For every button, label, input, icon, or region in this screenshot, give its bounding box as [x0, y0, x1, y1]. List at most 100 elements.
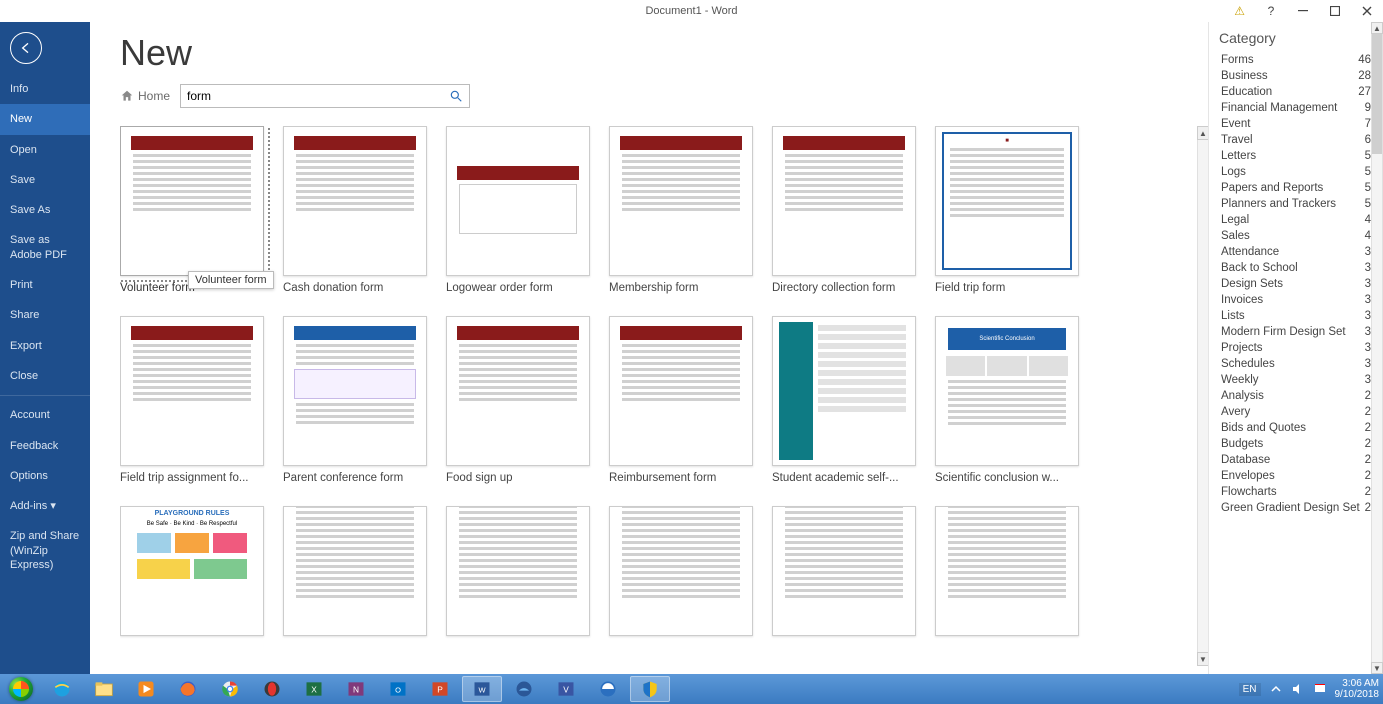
search-box[interactable] [180, 84, 470, 108]
category-item[interactable]: Education27 [1209, 84, 1383, 100]
category-item[interactable]: Letters5 [1209, 148, 1383, 164]
template-card[interactable] [772, 506, 935, 642]
category-item[interactable]: Analysis2 [1209, 388, 1383, 404]
taskbar-firefox[interactable] [168, 676, 208, 702]
category-item[interactable]: Schedules3 [1209, 356, 1383, 372]
nav-info[interactable]: Info [0, 74, 90, 104]
category-item[interactable]: Forms46 [1209, 52, 1383, 68]
template-card[interactable]: Directory collection form [772, 126, 935, 294]
template-card[interactable]: Parent conference form [283, 316, 446, 484]
minimize-button[interactable] [1287, 0, 1319, 22]
taskbar-ie[interactable] [42, 676, 82, 702]
taskbar-clock[interactable]: 3:06 AM 9/10/2018 [1335, 678, 1380, 700]
category-item[interactable]: Bids and Quotes2 [1209, 420, 1383, 436]
category-item[interactable]: Weekly3 [1209, 372, 1383, 388]
templates-scrollbar[interactable]: ▲ ▼ [1196, 126, 1208, 666]
category-scrollbar[interactable]: ▲ ▼ [1371, 22, 1383, 674]
taskbar-opera[interactable] [252, 676, 292, 702]
template-card[interactable]: Field trip assignment fo... [120, 316, 283, 484]
search-icon[interactable] [449, 89, 463, 103]
cat-scroll-up[interactable]: ▲ [1371, 22, 1383, 34]
nav-options[interactable]: Options [0, 461, 90, 491]
tray-flag-icon[interactable] [1313, 682, 1327, 696]
category-item[interactable]: Attendance3 [1209, 244, 1383, 260]
category-item[interactable]: Budgets2 [1209, 436, 1383, 452]
template-card[interactable]: ■Field trip form [935, 126, 1098, 294]
taskbar-uac[interactable] [630, 676, 670, 702]
template-card[interactable] [935, 506, 1098, 642]
template-card[interactable]: Reimbursement form [609, 316, 772, 484]
nav-add-ins-[interactable]: Add-ins ▾ [0, 491, 90, 521]
nav-close[interactable]: Close [0, 361, 90, 391]
category-item[interactable]: Lists3 [1209, 308, 1383, 324]
nav-feedback[interactable]: Feedback [0, 431, 90, 461]
template-card[interactable] [446, 506, 609, 642]
cat-scroll-down[interactable]: ▼ [1371, 662, 1383, 674]
maximize-button[interactable] [1319, 0, 1351, 22]
category-item[interactable]: Papers and Reports5 [1209, 180, 1383, 196]
template-card[interactable]: Scientific ConclusionScientific conclusi… [935, 316, 1098, 484]
nav-share[interactable]: Share [0, 300, 90, 330]
nav-save-as[interactable]: Save As [0, 195, 90, 225]
cat-scroll-thumb[interactable] [1372, 34, 1382, 154]
taskbar-excel[interactable]: X [294, 676, 334, 702]
nav-print[interactable]: Print [0, 270, 90, 300]
search-input[interactable] [187, 89, 449, 103]
template-card[interactable]: Student academic self-... [772, 316, 935, 484]
category-item[interactable]: Legal4 [1209, 212, 1383, 228]
taskbar-outlook[interactable]: O [378, 676, 418, 702]
category-item[interactable]: Envelopes2 [1209, 468, 1383, 484]
nav-open[interactable]: Open [0, 135, 90, 165]
taskbar-chrome[interactable] [210, 676, 250, 702]
category-item[interactable]: Business28 [1209, 68, 1383, 84]
category-item[interactable]: Financial Management9 [1209, 100, 1383, 116]
template-card[interactable]: Logowear order form [446, 126, 609, 294]
category-item[interactable]: Modern Firm Design Set3 [1209, 324, 1383, 340]
template-card[interactable]: Membership form [609, 126, 772, 294]
taskbar-powerpoint[interactable]: P [420, 676, 460, 702]
nav-export[interactable]: Export [0, 331, 90, 361]
taskbar-visio[interactable]: V [546, 676, 586, 702]
template-card[interactable]: Food sign up [446, 316, 609, 484]
template-card[interactable] [283, 506, 446, 642]
category-item[interactable]: Travel6 [1209, 132, 1383, 148]
category-item[interactable]: Event7 [1209, 116, 1383, 132]
home-link[interactable]: Home [120, 89, 170, 103]
template-card[interactable]: Volunteer form [120, 126, 283, 294]
category-item[interactable]: Logs5 [1209, 164, 1383, 180]
nav-new[interactable]: New [0, 104, 90, 134]
category-item[interactable]: Invoices3 [1209, 292, 1383, 308]
category-item[interactable]: Design Sets3 [1209, 276, 1383, 292]
scroll-track[interactable] [1197, 140, 1208, 652]
nav-save-as-adobe-pdf[interactable]: Save as Adobe PDF [0, 225, 90, 270]
template-card[interactable]: PLAYGROUND RULESBe Safe · Be Kind · Be R… [120, 506, 283, 642]
category-item[interactable]: Flowcharts2 [1209, 484, 1383, 500]
help-button[interactable]: ? [1255, 0, 1287, 22]
cat-scroll-track[interactable] [1371, 34, 1383, 662]
category-item[interactable]: Planners and Trackers5 [1209, 196, 1383, 212]
category-item[interactable]: Back to School3 [1209, 260, 1383, 276]
start-button[interactable] [4, 675, 38, 703]
tray-volume-icon[interactable] [1291, 682, 1305, 696]
scroll-up-arrow[interactable]: ▲ [1197, 126, 1208, 140]
tray-show-hidden-icon[interactable] [1269, 682, 1283, 696]
language-indicator[interactable]: EN [1239, 683, 1261, 696]
category-item[interactable]: Green Gradient Design Set2 [1209, 500, 1383, 516]
taskbar-explorer[interactable] [84, 676, 124, 702]
category-item[interactable]: Sales4 [1209, 228, 1383, 244]
nav-account[interactable]: Account [0, 400, 90, 430]
close-button[interactable] [1351, 0, 1383, 22]
category-item[interactable]: Avery2 [1209, 404, 1383, 420]
category-item[interactable]: Projects3 [1209, 340, 1383, 356]
taskbar-onenote[interactable]: N [336, 676, 376, 702]
taskbar-word[interactable]: W [462, 676, 502, 702]
taskbar-thunderbird[interactable] [504, 676, 544, 702]
taskbar-app1[interactable] [588, 676, 628, 702]
taskbar-media[interactable] [126, 676, 166, 702]
category-item[interactable]: Database2 [1209, 452, 1383, 468]
template-card[interactable] [609, 506, 772, 642]
scroll-down-arrow[interactable]: ▼ [1197, 652, 1208, 666]
back-button[interactable] [10, 32, 42, 64]
template-card[interactable]: Cash donation form [283, 126, 446, 294]
nav-zip-and-share-winzip-express-[interactable]: Zip and Share (WinZip Express) [0, 521, 90, 580]
